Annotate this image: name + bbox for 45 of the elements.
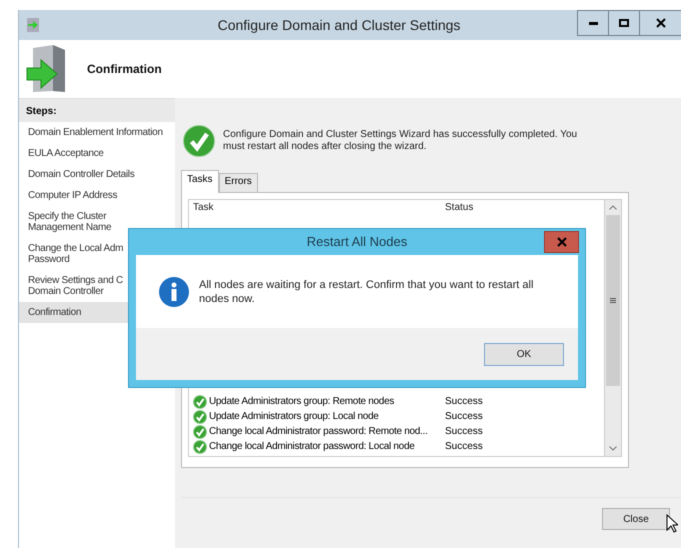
ok-button[interactable]: OK — [484, 342, 564, 366]
minimize-button[interactable] — [577, 10, 609, 36]
scrollbar[interactable] — [604, 199, 622, 457]
scrollbar-thumb[interactable] — [606, 215, 620, 386]
chevron-down-icon — [609, 446, 617, 451]
column-header: Status — [445, 202, 474, 213]
task-name: Update Administrators group: Local node — [209, 411, 379, 422]
minimize-icon — [588, 22, 598, 24]
steps-heading: Steps: — [19, 99, 175, 122]
app-icon — [25, 17, 41, 33]
dialog-title: Restart All Nodes — [306, 234, 408, 248]
status-text: Success — [445, 411, 484, 422]
info-icon — [159, 276, 189, 306]
close-button[interactable]: Close — [602, 508, 670, 530]
column-header: Task — [193, 202, 215, 213]
status-text: Success — [445, 441, 484, 452]
status-text: Success — [445, 426, 484, 437]
tab[interactable]: Tasks — [181, 170, 219, 193]
task-name: Update Administrators group: Remote nodes — [209, 396, 394, 407]
step-item[interactable]: EULA Acceptance — [19, 143, 175, 164]
step-item[interactable]: Specify the Cluster Management Name — [19, 206, 175, 238]
step-item[interactable]: Domain Controller Details — [19, 164, 175, 185]
close-icon — [556, 237, 566, 247]
maximize-button[interactable] — [609, 10, 640, 36]
task-name: Change local Administrator password: Remote nod... — [209, 426, 428, 437]
check-icon — [193, 440, 207, 454]
window-title: Configure Domain and Cluster Settings — [216, 17, 462, 33]
grip-icon — [610, 298, 616, 303]
check-icon — [193, 410, 207, 424]
check-icon — [193, 424, 207, 438]
task-name: Change local Administrator password: Local node — [209, 441, 414, 452]
dialog-message: All nodes are waiting for a restart. Confirm that you want to restart all nodes now. — [199, 278, 534, 306]
page-title: Confirmation — [87, 62, 162, 76]
status-text: Success — [445, 396, 484, 407]
tab[interactable]: Errors — [218, 173, 258, 192]
step-item[interactable]: Computer IP Address — [19, 185, 175, 206]
maximize-icon — [619, 19, 629, 27]
mouse-pointer-icon — [666, 514, 678, 533]
check-icon — [183, 125, 215, 157]
close-button[interactable] — [640, 10, 681, 36]
chevron-up-icon — [609, 205, 617, 210]
completion-message: Configure Domain and Cluster Settings Wizard has successfully completed. You must restart all nodes after closing the wizard. — [223, 129, 578, 153]
step-item[interactable]: Domain Enablement Information — [19, 122, 175, 143]
check-icon — [193, 394, 207, 408]
close-icon — [656, 18, 666, 28]
